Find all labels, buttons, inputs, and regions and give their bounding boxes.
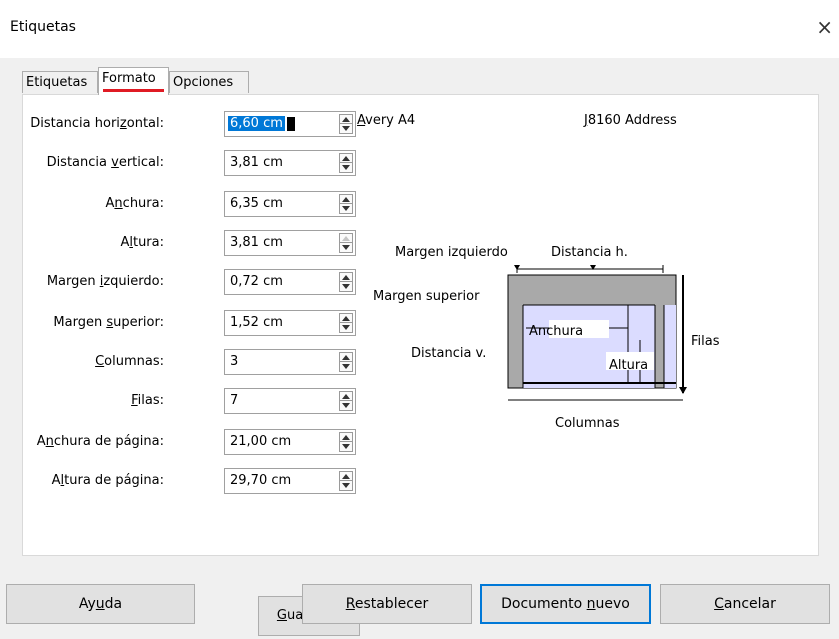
diagram-distancia-v-label: Distancia v. (411, 346, 487, 361)
help-button[interactable]: Ayuda (6, 584, 195, 624)
spin-up-icon[interactable] (342, 236, 350, 241)
tab-label: Formato (102, 71, 156, 86)
tab-etiquetas[interactable]: Etiquetas (22, 71, 98, 93)
spin-button[interactable] (339, 391, 353, 411)
label-area-shape (523, 305, 655, 388)
field-value: 6,35 cm (230, 196, 283, 211)
spin-button[interactable] (339, 471, 353, 491)
spin-down-icon[interactable] (342, 444, 350, 449)
field-value: 3 (230, 354, 239, 369)
spin-down-icon[interactable] (342, 165, 350, 170)
format-panel: Distancia horizontal: 6,60 cm Distancia … (22, 94, 819, 636)
label-layout-diagram (507, 265, 687, 401)
field-value: 7 (230, 393, 239, 408)
reset-button[interactable]: Restablecer (302, 584, 472, 624)
distancia-horizontal-field[interactable]: 6,60 cm (224, 111, 356, 137)
field-label-filas: Filas: (131, 393, 164, 408)
spin-up-icon[interactable] (342, 275, 350, 280)
active-tab-indicator (103, 89, 164, 92)
tab-label: Etiquetas (26, 75, 88, 90)
spin-up-icon[interactable] (342, 394, 350, 399)
spin-button[interactable] (339, 272, 353, 292)
text-caret (287, 117, 295, 131)
spin-up-icon[interactable] (342, 435, 350, 440)
field-value: 0,72 cm (230, 274, 283, 289)
spin-button[interactable] (339, 352, 353, 372)
field-value: 3,81 cm (230, 235, 283, 250)
field-value: 3,81 cm (230, 155, 283, 170)
columnas-field[interactable]: 3 (224, 349, 356, 375)
spin-up-icon[interactable] (342, 156, 350, 161)
spin-down-icon[interactable] (342, 325, 350, 330)
diagram-anchura-label: Anchura (529, 324, 584, 339)
field-label-anchura: Anchura: (105, 196, 164, 211)
window-title: Etiquetas (10, 19, 76, 35)
altura-field[interactable]: 3,81 cm (224, 230, 356, 256)
field-label-altura-pagina: Altura de página: (51, 473, 164, 488)
title-bar: Etiquetas × (0, 0, 839, 58)
diagram-margen-superior-label: Margen superior (373, 289, 480, 304)
field-value: 6,60 cm (228, 116, 285, 131)
spin-down-icon[interactable] (342, 483, 350, 488)
spin-button[interactable] (339, 233, 353, 253)
new-document-button[interactable]: Documento nuevo (480, 584, 651, 624)
tab-label: Opciones (173, 75, 234, 90)
close-icon[interactable]: × (816, 15, 833, 39)
distancia-vertical-field[interactable]: 3,81 cm (224, 150, 356, 176)
spin-down-icon[interactable] (342, 284, 350, 289)
spin-up-icon[interactable] (342, 117, 350, 122)
spin-button[interactable] (339, 194, 353, 214)
spin-down-icon[interactable] (342, 206, 350, 211)
diagram-columnas-label: Columnas (555, 416, 620, 431)
field-label-margen-izquierdo: Margen izquierdo: (46, 274, 164, 289)
cancel-button[interactable]: Cancelar (660, 584, 830, 624)
anchura-pagina-field[interactable]: 21,00 cm (224, 429, 356, 455)
spin-down-icon[interactable] (342, 245, 350, 250)
anchura-field[interactable]: 6,35 cm (224, 191, 356, 217)
spin-button[interactable] (339, 114, 353, 134)
tab-opciones[interactable]: Opciones (169, 71, 249, 93)
spin-down-icon[interactable] (342, 126, 350, 131)
spin-button[interactable] (339, 153, 353, 173)
brand-label: Avery A4 (357, 113, 416, 128)
field-label-margen-superior: Margen superior: (53, 315, 164, 330)
spin-up-icon[interactable] (342, 316, 350, 321)
spin-down-icon[interactable] (342, 403, 350, 408)
field-label-altura: Altura: (120, 235, 164, 250)
field-label-distancia-horizontal: Distancia horizontal: (30, 116, 164, 131)
field-label-anchura-pagina: Anchura de página: (36, 434, 164, 449)
spin-down-icon[interactable] (342, 364, 350, 369)
spin-up-icon[interactable] (342, 197, 350, 202)
spin-up-icon[interactable] (342, 355, 350, 360)
field-label-distancia-vertical: Distancia vertical: (46, 155, 164, 170)
filas-field[interactable]: 7 (224, 388, 356, 414)
field-label-columnas: Columnas: (95, 354, 164, 369)
altura-pagina-field[interactable]: 29,70 cm (224, 468, 356, 494)
field-value: 29,70 cm (230, 473, 292, 488)
spin-button[interactable] (339, 313, 353, 333)
arrow-down-icon (679, 387, 687, 394)
margen-superior-field[interactable]: 1,52 cm (224, 310, 356, 336)
margen-izquierdo-field[interactable]: 0,72 cm (224, 269, 356, 295)
spin-up-icon[interactable] (342, 474, 350, 479)
product-label: J8160 Address (584, 113, 677, 128)
tab-formato[interactable]: Formato (98, 67, 169, 95)
field-value: 1,52 cm (230, 315, 283, 330)
diagram-altura-label: Altura (609, 358, 649, 373)
field-value: 21,00 cm (230, 434, 292, 449)
spin-button[interactable] (339, 432, 353, 452)
